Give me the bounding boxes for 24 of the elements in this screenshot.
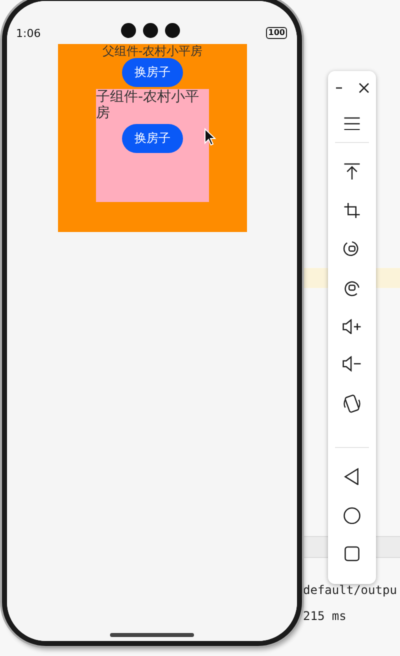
close-icon[interactable]: [358, 82, 370, 94]
camera-icon: [143, 23, 158, 38]
camera-icon: [165, 23, 180, 38]
upload-icon[interactable]: [344, 163, 360, 181]
crop-icon[interactable]: [344, 202, 360, 218]
back-icon[interactable]: [344, 468, 360, 485]
recent-apps-icon[interactable]: [344, 546, 360, 562]
status-time: 1:06: [16, 26, 41, 40]
console-text: 215 ms: [303, 608, 348, 625]
battery-icon: 100: [266, 27, 287, 39]
console-text: default/outpu: [303, 582, 397, 599]
camera-icon: [121, 23, 136, 38]
rotate-icon[interactable]: [343, 279, 361, 297]
change-house-button[interactable]: 换房子: [122, 124, 183, 153]
volume-down-icon[interactable]: [342, 356, 362, 372]
volume-up-icon[interactable]: [342, 318, 362, 334]
shake-phone-icon[interactable]: [343, 394, 361, 414]
parent-title: 父组件-农村小平房: [102, 44, 203, 58]
child-title: 子组件-农村小平房: [96, 89, 200, 121]
rotate-icon[interactable]: [343, 240, 361, 258]
menu-icon[interactable]: [344, 116, 360, 130]
cursor-icon: [204, 128, 216, 146]
change-house-button[interactable]: 换房子: [122, 58, 183, 87]
home-icon[interactable]: [343, 507, 361, 524]
